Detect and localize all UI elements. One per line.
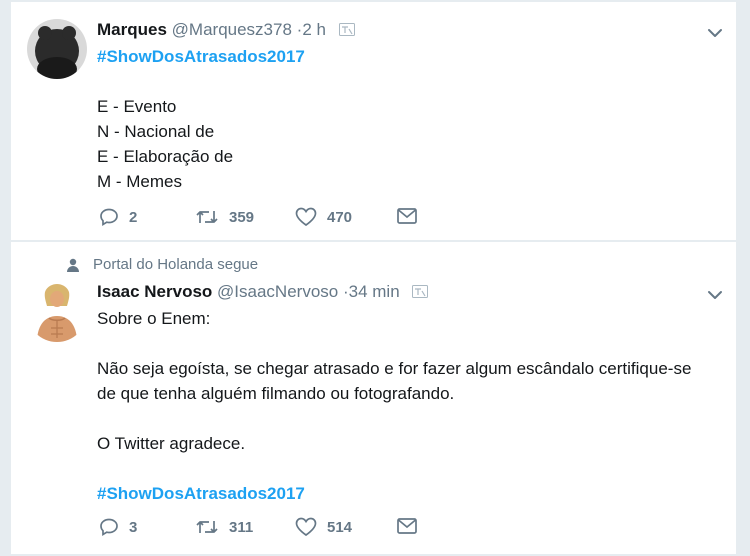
person-icon xyxy=(67,258,79,272)
translate-icon xyxy=(412,283,429,303)
envelope-icon xyxy=(397,208,417,224)
retweet-icon xyxy=(196,521,218,533)
tweet-text: Sobre o Enem: Não seja egoísta, se chega… xyxy=(97,306,691,506)
timeline-card: Marques @Marquesz378 ·2 h #ShowDosAtrasa… xyxy=(10,2,737,554)
avatar-muscular-man-image-icon xyxy=(27,282,87,342)
tweet-line: E - Evento xyxy=(97,97,177,116)
social-context[interactable]: Portal do Holanda segue xyxy=(67,256,258,273)
like-button[interactable]: 514 xyxy=(295,517,352,537)
avatar[interactable] xyxy=(27,19,87,79)
tweet-line: M - Memes xyxy=(97,172,182,191)
tweet-line: E - Elaboração de xyxy=(97,147,234,166)
tweet-line: O Twitter agradece. xyxy=(97,434,246,453)
retweet-button[interactable]: 359 xyxy=(195,207,254,227)
tweet-line: Sobre o Enem: xyxy=(97,309,211,328)
avatar[interactable] xyxy=(27,282,87,342)
chevron-down-icon[interactable] xyxy=(706,286,724,304)
social-context-text: Portal do Holanda segue xyxy=(93,256,259,273)
reply-button[interactable]: 3 xyxy=(99,517,137,537)
reply-icon xyxy=(100,518,118,537)
tweet-text: #ShowDosAtrasados2017 E - Evento N - Nac… xyxy=(97,44,305,194)
retweet-button[interactable]: 311 xyxy=(195,517,253,537)
envelope-icon xyxy=(397,518,417,534)
reply-button[interactable]: 2 xyxy=(99,207,137,227)
direct-message-button[interactable] xyxy=(397,517,427,535)
like-count: 514 xyxy=(327,518,353,536)
reply-count: 3 xyxy=(129,518,138,536)
hashtag-link[interactable]: #ShowDosAtrasados2017 xyxy=(97,44,305,69)
author-handle[interactable]: @IsaacNervoso xyxy=(217,282,338,301)
tweet-actions: 2 359 470 xyxy=(97,207,457,231)
author-name[interactable]: Marques xyxy=(97,20,167,39)
tweet-header: Isaac Nervoso @IsaacNervoso ·34 min xyxy=(97,282,429,303)
tweet-line: N - Nacional de xyxy=(97,122,215,141)
tweet-line: Não seja egoísta, se chegar atrasado e f… xyxy=(97,359,692,378)
tweet-time[interactable]: ·2 h xyxy=(297,20,326,39)
heart-icon xyxy=(295,517,317,537)
avatar-dark-image-icon xyxy=(27,19,87,79)
tweet-header: Marques @Marquesz378 ·2 h xyxy=(97,20,355,41)
tweet-time[interactable]: ·34 min xyxy=(343,282,400,301)
reply-icon xyxy=(100,208,118,227)
translate-icon xyxy=(338,21,355,41)
like-count: 470 xyxy=(327,208,353,226)
hashtag-link[interactable]: #ShowDosAtrasados2017 xyxy=(97,481,691,506)
heart-icon xyxy=(295,207,317,227)
tweet-actions: 3 311 514 xyxy=(97,517,457,541)
tweet-line: de que tenha alguém filmando ou fotograf… xyxy=(97,384,455,403)
direct-message-button[interactable] xyxy=(397,207,427,225)
reply-count: 2 xyxy=(129,208,138,226)
chevron-down-icon[interactable] xyxy=(706,24,724,42)
tweet-marques[interactable]: Marques @Marquesz378 ·2 h #ShowDosAtrasa… xyxy=(11,2,736,240)
author-name[interactable]: Isaac Nervoso xyxy=(97,282,212,301)
retweet-count: 359 xyxy=(229,208,255,226)
author-handle[interactable]: @Marquesz378 xyxy=(172,20,292,39)
tweet-isaac-nervoso[interactable]: Portal do Holanda segue Isaac Nervoso @I… xyxy=(11,242,736,554)
like-button[interactable]: 470 xyxy=(295,207,352,227)
retweet-icon xyxy=(196,211,218,223)
retweet-count: 311 xyxy=(229,518,254,536)
